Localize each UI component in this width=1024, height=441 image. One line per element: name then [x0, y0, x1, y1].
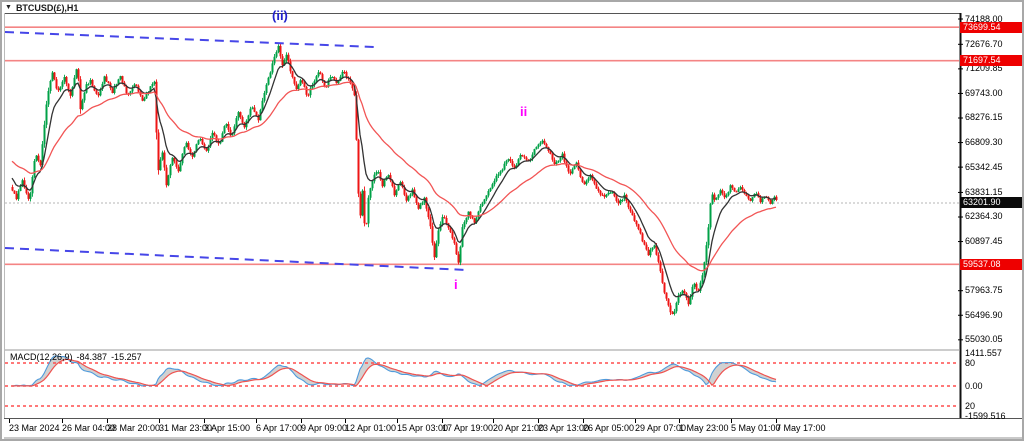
time-axis-label: 17 Apr 19:00: [442, 423, 493, 433]
wave-annotation-ii[interactable]: (ii): [272, 9, 288, 22]
up-candle-bodies: [19, 46, 775, 314]
chart-window: ▼ BTCUSD(£),H1 MACD(12,26,9)-84.387-15.2…: [0, 0, 1024, 441]
moving-average-slow[interactable]: [12, 82, 776, 270]
price-axis-tick-label: 65342.45: [965, 163, 1003, 172]
trendline-lower-channel[interactable]: [5, 248, 467, 270]
macd-axis-label: 20: [965, 402, 975, 411]
time-axis-label: 6 Apr 17:00: [256, 423, 302, 433]
price-axis-tick-label: 69743.00: [965, 89, 1003, 98]
macd-axis-label: 80: [965, 359, 975, 368]
macd-axis-label: -1599.516: [965, 412, 1006, 421]
time-axis-label: 23 Mar 2024: [9, 423, 60, 433]
macd-name: MACD(12,26,9): [10, 352, 73, 362]
price-axis-tick-label: 68276.15: [965, 113, 1003, 122]
current-price-badge: 63201.90: [960, 197, 1024, 208]
price-line-badge: 59537.08: [960, 259, 1024, 270]
price-axis-tick-label: 72676.70: [965, 40, 1003, 49]
time-axis-label: 23 Apr 13:00: [538, 423, 589, 433]
macd-axis-label: 0.00: [965, 382, 983, 391]
time-axis-label: 1 May 23:00: [679, 423, 729, 433]
price-axis-tick-label: 62364.30: [965, 212, 1003, 221]
wave-annotation-i[interactable]: i: [454, 278, 458, 291]
macd-signal-value: -15.257: [111, 352, 142, 362]
time-axis-label: 12 Apr 01:00: [345, 423, 396, 433]
time-axis-label: 20 Apr 21:00: [493, 423, 544, 433]
price-axis-tick-label: 55030.05: [965, 335, 1003, 344]
price-axis-tick-label: 66809.30: [965, 138, 1003, 147]
price-axis-tick-label: 56496.90: [965, 311, 1003, 320]
wave-annotation-ii[interactable]: ii: [520, 105, 527, 118]
time-axis-label: 7 May 17:00: [776, 423, 826, 433]
price-axis-tick-label: 57963.75: [965, 286, 1003, 295]
price-axis-tick-label: 63831.15: [965, 188, 1003, 197]
macd-indicator-label: MACD(12,26,9) -84.387-15.257: [10, 352, 146, 362]
time-axis-label: 5 May 01:00: [731, 423, 781, 433]
price-line-badge: 73699.54: [960, 22, 1024, 33]
price-axis-tick-label: 60897.45: [965, 237, 1003, 246]
trendline-upper-channel[interactable]: [5, 32, 374, 47]
price-line-badge: 71697.54: [960, 55, 1024, 66]
time-axis-label: 15 Apr 03:00: [397, 423, 448, 433]
time-axis-label: 26 Apr 05:00: [583, 423, 634, 433]
macd-axis-label: 1411.557: [965, 349, 1002, 358]
macd-value: -84.387: [77, 352, 108, 362]
up-candle-wicks: [19, 44, 775, 315]
time-axis-label: 28 Mar 20:00: [107, 423, 160, 433]
time-axis-label: 9 Apr 09:00: [301, 423, 347, 433]
time-axis-label: 3 Apr 15:00: [204, 423, 250, 433]
price-chart-canvas[interactable]: [2, 2, 1024, 441]
